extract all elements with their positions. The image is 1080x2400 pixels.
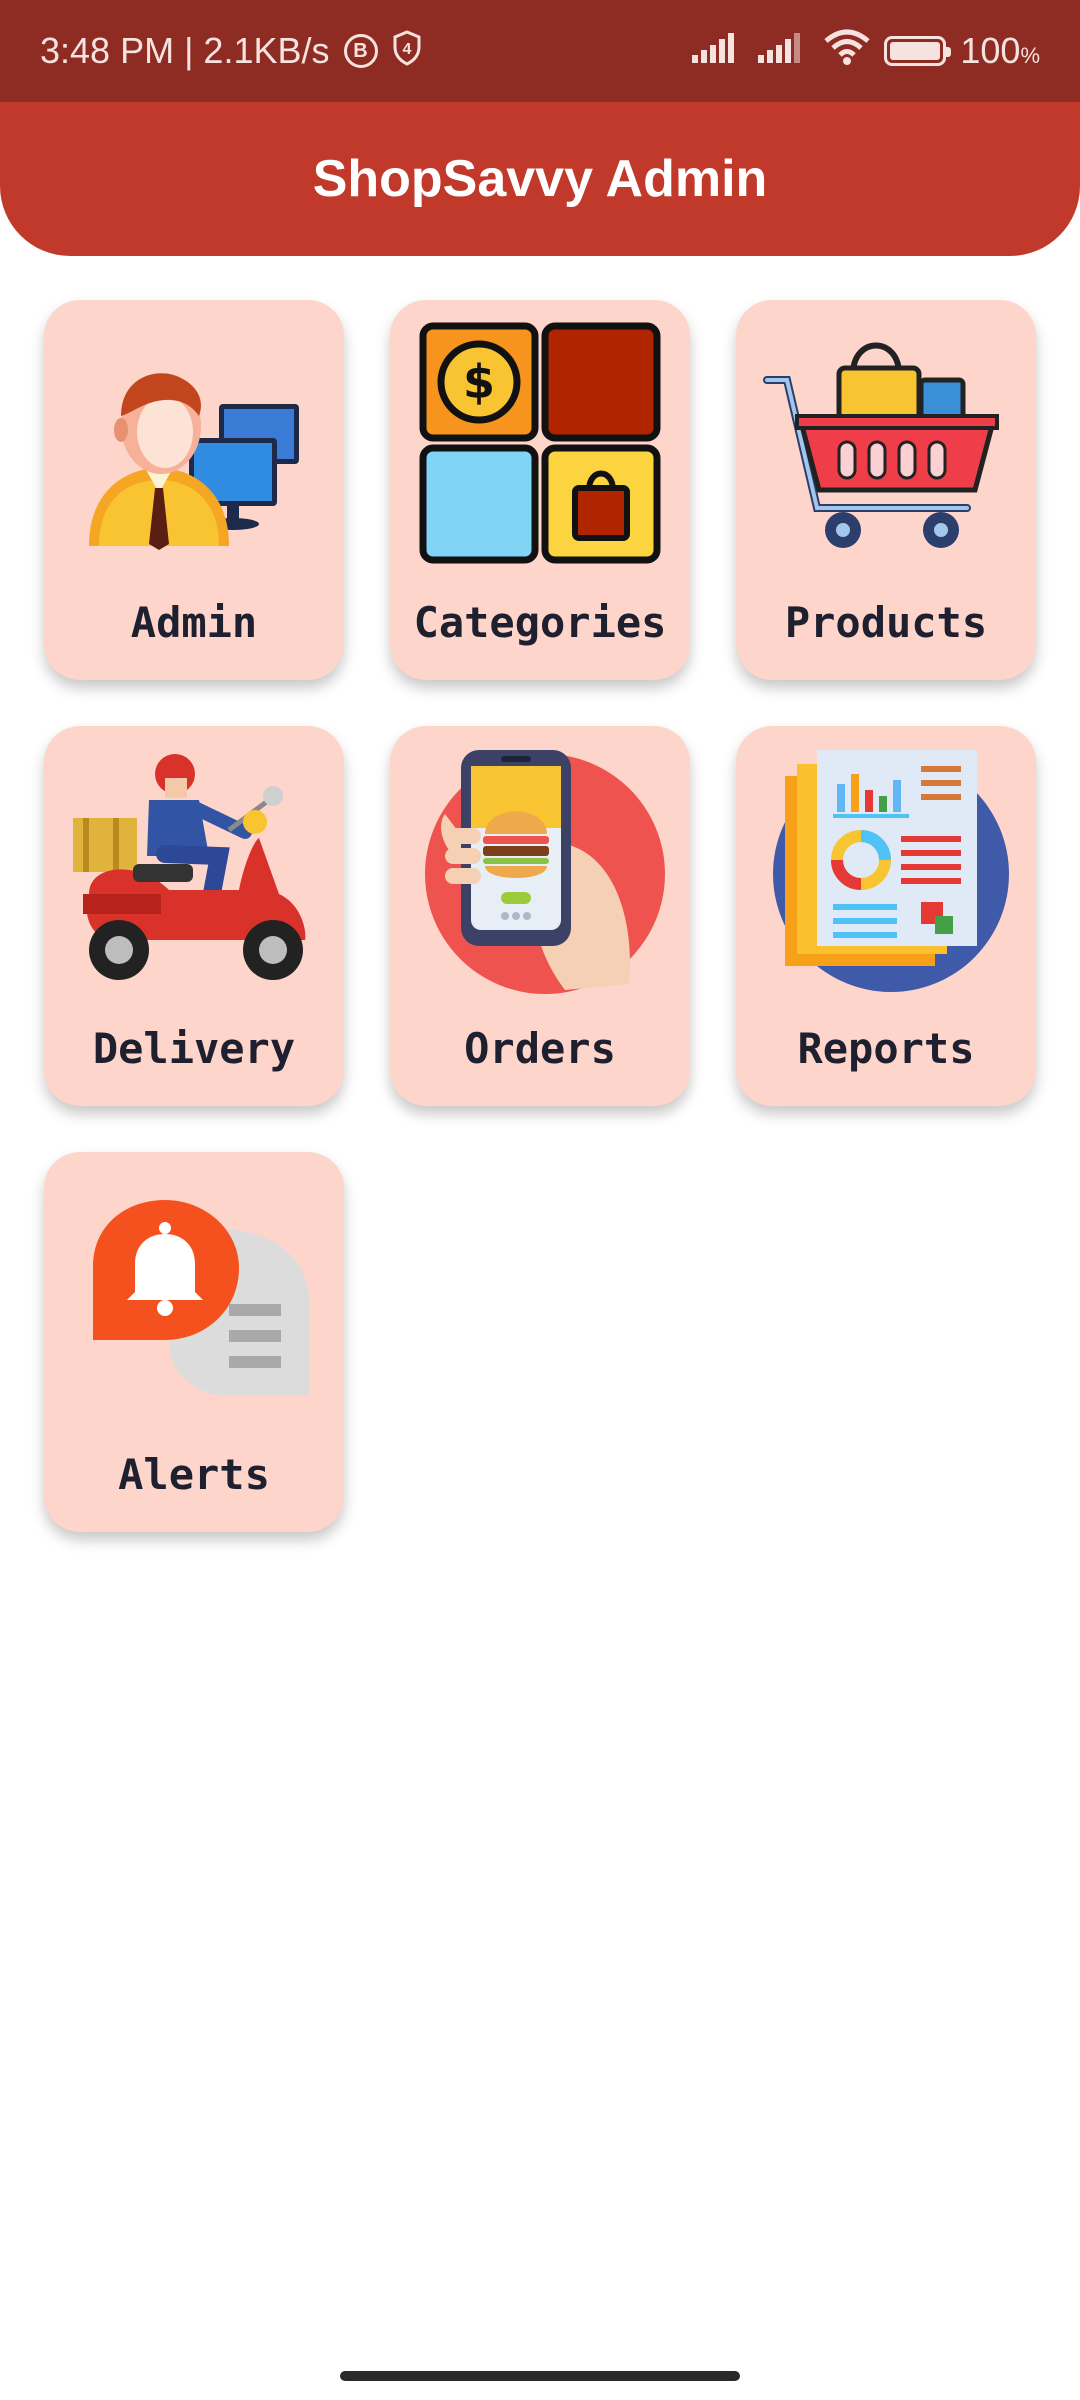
gesture-nav-bar[interactable]	[340, 2371, 740, 2381]
wifi-icon	[824, 29, 870, 74]
categories-tile[interactable]: $ Categories	[390, 300, 690, 680]
admin-tile[interactable]: Admin	[44, 300, 344, 680]
screen: 3:48 PM | 2.1KB/s B 4 100% ShopSavvy Adm…	[0, 0, 1080, 2400]
shopping-cart-icon	[761, 318, 1011, 568]
status-left: 3:48 PM | 2.1KB/s B 4	[40, 30, 422, 72]
app-bar: ShopSavvy Admin	[0, 102, 1080, 256]
svg-text:$: $	[463, 355, 495, 409]
battery-percent-sign: %	[1020, 43, 1040, 68]
battery-level: 100%	[960, 30, 1040, 72]
battery-percentage: 100	[960, 30, 1021, 71]
battery-icon	[884, 36, 952, 66]
signal-2-icon	[758, 30, 810, 72]
phone-order-icon	[415, 744, 665, 994]
signal-icon	[692, 30, 744, 72]
battery-fill	[890, 42, 941, 60]
categories-icon: $	[415, 318, 665, 568]
alerts-label: Alerts	[118, 1450, 270, 1499]
reports-tile[interactable]: Reports	[736, 726, 1036, 1106]
admin-icon	[69, 318, 319, 568]
categories-label: Categories	[413, 598, 667, 647]
alerts-tile[interactable]: Alerts	[44, 1152, 344, 1532]
products-label: Products	[784, 598, 988, 647]
b-badge-icon: B	[343, 34, 378, 68]
app-title: ShopSavvy Admin	[312, 150, 768, 208]
status-bar: 3:48 PM | 2.1KB/s B 4 100%	[0, 0, 1080, 102]
shield-badge-text: 4	[402, 41, 411, 58]
status-time: 3:48 PM | 2.1KB/s	[40, 30, 330, 71]
status-right: 100%	[692, 29, 1040, 74]
admin-label: Admin	[130, 598, 258, 647]
shield-badge-icon: 4	[392, 30, 422, 72]
dashboard-grid: Admin $ Categories Products Delivery Ord…	[44, 300, 1036, 1532]
delivery-label: Delivery	[92, 1024, 296, 1073]
orders-tile[interactable]: Orders	[390, 726, 690, 1106]
delivery-tile[interactable]: Delivery	[44, 726, 344, 1106]
reports-label: Reports	[797, 1024, 975, 1073]
notification-bell-icon	[69, 1170, 319, 1420]
delivery-scooter-icon	[69, 744, 319, 994]
report-icon	[761, 744, 1011, 994]
orders-label: Orders	[464, 1024, 616, 1073]
products-tile[interactable]: Products	[736, 300, 1036, 680]
